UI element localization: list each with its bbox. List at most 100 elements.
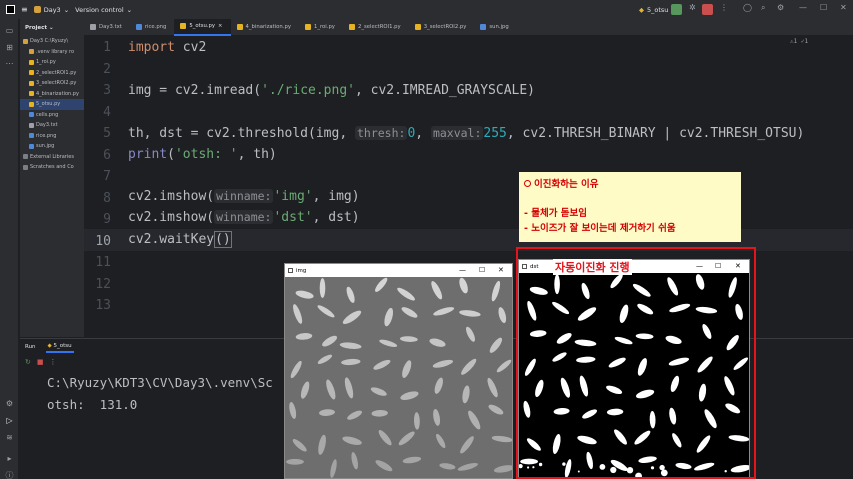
file-icon	[90, 24, 96, 30]
img-window[interactable]: img — ☐ ✕	[284, 263, 515, 479]
tree-item[interactable]: 5_otsu.py	[20, 99, 84, 110]
rice-grain	[319, 278, 326, 298]
note-bullet: - 노이즈가 잘 보이는데 제거하기 쉬움	[524, 223, 676, 234]
folder-icon[interactable]: ▭	[4, 26, 15, 36]
run-tab[interactable]: Run	[25, 344, 36, 350]
tree-item-label: .venv library ro	[36, 48, 75, 55]
editor-tab[interactable]: Day3.txt	[84, 19, 130, 36]
tree-item[interactable]: External Libraries	[20, 152, 84, 163]
rerun-icon[interactable]: ↻	[25, 358, 31, 366]
chevron-down-icon: ⌄	[126, 5, 133, 14]
close-icon[interactable]: ✕	[498, 264, 504, 277]
editor-tabs: Day3.txt rice.png 5_otsu.py × 4_binarization…	[84, 18, 853, 36]
tree-item[interactable]: Day3.txt	[20, 120, 84, 131]
project-switcher[interactable]: Day3 ⌄	[33, 5, 70, 14]
gear-icon[interactable]: ⚙	[777, 3, 784, 12]
tree-item-label: cells.png	[36, 111, 59, 118]
grayscale-rice-image	[285, 277, 515, 478]
tree-item[interactable]: cells.png	[20, 110, 84, 121]
close-icon[interactable]: ✕	[840, 3, 847, 12]
chevron-down-icon: ⌄	[63, 5, 70, 14]
file-icon	[29, 101, 34, 107]
structure-icon[interactable]: ⊞	[4, 43, 15, 53]
code-line-9: cv2.imshow(winname:'dst', dst)	[128, 210, 360, 225]
tree-item[interactable]: Day3 C:\Ryuzy\	[20, 36, 84, 47]
file-icon	[480, 24, 487, 30]
tab-label: 2_selectROI1.py	[357, 24, 401, 30]
tree-item[interactable]: 3_selectROI2.py	[20, 78, 84, 89]
tab-label: Day3.txt	[99, 24, 122, 30]
minimize-icon[interactable]: —	[799, 3, 807, 12]
debug-icon[interactable]: ✲	[689, 3, 696, 12]
code-line-10: cv2.waitKey()	[128, 231, 232, 248]
tree-item[interactable]: .venv library ro	[20, 47, 84, 58]
project-tree: Day3 C:\Ryuzy\ .venv library ro 1_roi.py 2_…	[20, 36, 84, 173]
terminal-icon[interactable]: ▸	[4, 454, 15, 464]
stop-icon[interactable]: ■	[37, 358, 44, 366]
tab-label: 3_selectROI2.py	[423, 24, 467, 30]
editor-tab[interactable]: 1_roi.py	[299, 19, 343, 36]
note-title-row: 이진화하는 이유	[524, 176, 599, 190]
file-icon	[236, 24, 243, 30]
tree-item[interactable]: 2_selectROI1.py	[20, 68, 84, 79]
more-actions-icon[interactable]: ⋮	[720, 3, 728, 12]
rerun-button[interactable]	[671, 4, 682, 15]
code-line-5: th, dst = cv2.threshold(img, thresh: 0, m…	[128, 126, 805, 141]
tree-item-label: Scratches and Co	[30, 164, 74, 171]
run-config-name: 5_otsu	[647, 5, 669, 14]
line-number: 8	[103, 190, 111, 206]
app-logo[interactable]	[6, 5, 15, 14]
stop-button[interactable]	[702, 4, 713, 15]
project-panel: Project ⌄ Day3 C:\Ryuzy\ .venv library ro…	[20, 19, 84, 337]
editor-tab[interactable]: rice.png	[130, 19, 175, 36]
main-menu-icon[interactable]: ≡	[21, 5, 28, 14]
vcs-widget[interactable]: Version control ⌄	[75, 6, 132, 14]
editor-tab[interactable]: 5_otsu.py ×	[174, 18, 231, 36]
python-icon: ◆	[639, 5, 644, 14]
maximize-icon[interactable]: ☐	[820, 3, 827, 12]
editor-tab[interactable]: 3_selectROI2.py	[409, 19, 475, 36]
console-output-line: otsh: 131.0	[47, 397, 138, 412]
problems-icon[interactable]: ⓘ	[4, 471, 15, 479]
layers-icon[interactable]: ≋	[4, 433, 15, 443]
file-icon	[29, 133, 34, 139]
inspection-widget[interactable]: ⚠1 ✓1	[790, 38, 808, 45]
tree-item-label: 3_selectROI2.py	[36, 80, 77, 87]
file-icon	[180, 23, 187, 29]
img-window-titlebar[interactable]: img — ☐ ✕	[285, 264, 512, 277]
param-hint-thresh: thresh:	[354, 126, 408, 140]
more-icon[interactable]: ⋮	[50, 358, 57, 366]
circle-bullet-icon	[524, 179, 531, 187]
project-name: Day3	[43, 5, 61, 14]
tool-window-strip: ▭ ⊞ ⋯ ⚙ ▷ ≋ ▸ ⓘ ⑂	[0, 19, 19, 479]
profile-icon[interactable]: ◯	[743, 3, 752, 12]
file-icon	[29, 91, 34, 97]
run-config-tab[interactable]: ◆ 5_otsu	[45, 341, 74, 353]
line-number: 13	[95, 298, 111, 313]
title-bar: ≡ Day3 ⌄ Version control ⌄ ◆ 5_otsu ⌄ ✲ …	[0, 0, 853, 19]
tree-item[interactable]: sun.jpg	[20, 141, 84, 152]
line-number: 3	[103, 83, 111, 98]
python-packages-icon[interactable]: ⚙	[4, 399, 15, 409]
line-number: 9	[103, 212, 111, 227]
close-tab-icon[interactable]: ×	[218, 23, 222, 29]
tree-item[interactable]: 1_roi.py	[20, 57, 84, 68]
search-icon[interactable]: ⌕	[761, 3, 765, 13]
more-tools-icon[interactable]: ⋯	[4, 59, 15, 69]
tree-item[interactable]: 4_binarization.py	[20, 89, 84, 100]
editor-tab[interactable]: 4_binarization.py	[231, 19, 299, 36]
note-bullet: - 물체가 돋보임	[524, 208, 587, 219]
maximize-icon[interactable]: ☐	[479, 264, 485, 277]
note-title: 이진화하는 이유	[534, 179, 599, 190]
param-hint-maxval: maxval:	[430, 126, 484, 140]
project-panel-header[interactable]: Project ⌄	[20, 19, 84, 36]
tree-item[interactable]: rice.png	[20, 131, 84, 142]
editor-tab[interactable]: 2_selectROI1.py	[343, 19, 409, 36]
run-tool-icon[interactable]: ▷	[4, 416, 15, 426]
tree-item-label: rice.png	[36, 132, 57, 139]
editor-tab[interactable]: sun.jpg	[474, 19, 516, 36]
file-icon	[135, 24, 142, 30]
line-number: 12	[95, 276, 111, 292]
minimize-icon[interactable]: —	[459, 264, 466, 277]
tree-item[interactable]: Scratches and Co	[20, 162, 84, 173]
